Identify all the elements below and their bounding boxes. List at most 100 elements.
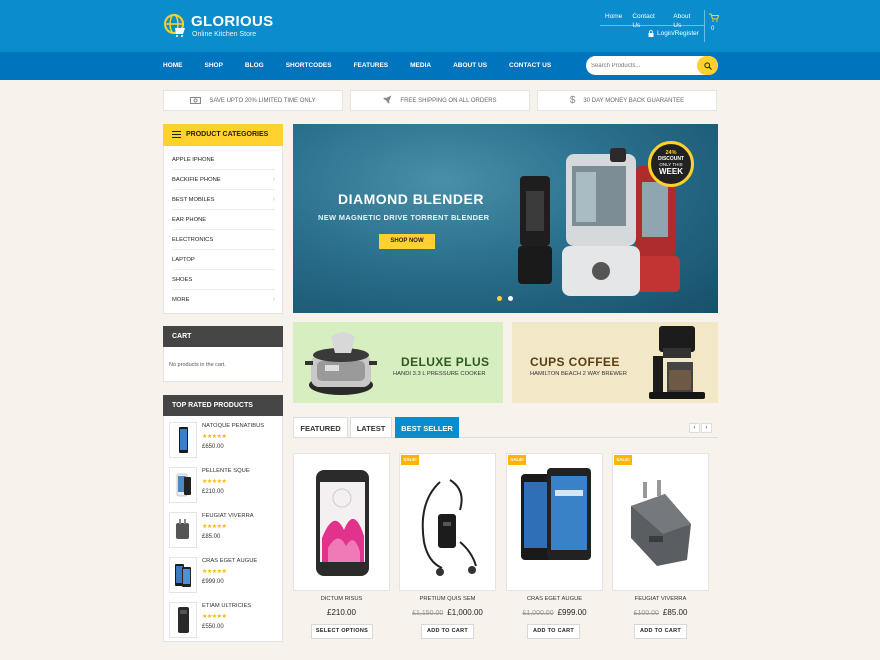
hero-slider[interactable]: DIAMOND BLENDER NEW MAGNETIC DRIVE TORRE…: [293, 124, 718, 313]
category-item[interactable]: MORE ›: [172, 290, 275, 310]
tab-best-seller[interactable]: BEST SELLER: [395, 417, 459, 438]
nav-features[interactable]: FEATURES: [354, 52, 389, 80]
tab-featured[interactable]: FEATURED: [293, 417, 348, 438]
category-label: MORE: [172, 297, 190, 303]
star-rating: ★★★★★: [202, 524, 227, 530]
category-item[interactable]: SHOES: [172, 270, 275, 290]
login-register-link[interactable]: Login/Register: [648, 30, 699, 37]
lock-icon: [648, 30, 654, 37]
hero-title: DIAMOND BLENDER: [338, 191, 484, 207]
nav-media[interactable]: MEDIA: [410, 52, 431, 80]
top-rated-item[interactable]: PELLENTE SQUE ★★★★★ £210.00: [169, 464, 279, 506]
product-card[interactable]: [293, 453, 390, 591]
top-link-contact[interactable]: Contact Us: [627, 12, 668, 29]
nav-home[interactable]: HOME: [163, 52, 183, 80]
product-categories-header: PRODUCT CATEGORIES: [163, 124, 283, 146]
slider-dots: [497, 296, 513, 301]
site-title[interactable]: GLORIOUS: [191, 13, 273, 30]
product-thumbnail[interactable]: [169, 422, 197, 458]
product-thumbnail[interactable]: [169, 602, 197, 638]
top-rated-price: £210.00: [202, 489, 224, 495]
promo-title: CUPS COFFEE: [530, 355, 620, 369]
top-rated-item[interactable]: NATOQUE PENATIBUS ★★★★★ £650.00: [169, 419, 279, 461]
category-item[interactable]: EAR PHONE: [172, 210, 275, 230]
product-name[interactable]: CRAS EGET AUGUE: [506, 596, 603, 602]
category-item[interactable]: LAPTOP: [172, 250, 275, 270]
add-to-cart-button[interactable]: ADD TO CART: [421, 624, 474, 639]
top-rated-item[interactable]: ETIAM ULTRICIES ★★★★★ £550.00: [169, 599, 279, 641]
category-item[interactable]: BEST MOBILES ›: [172, 190, 275, 210]
product-card[interactable]: SALE!: [612, 453, 709, 591]
product-thumbnail[interactable]: [169, 467, 197, 503]
top-rated-name[interactable]: NATOQUE PENATIBUS: [202, 423, 264, 429]
top-rated-name[interactable]: ETIAM ULTRICIES: [202, 603, 251, 609]
category-item[interactable]: BACKIFIE PHONE ›: [172, 170, 275, 190]
nav-shortcodes[interactable]: SHORTCODES: [286, 52, 332, 80]
dollar-icon: $: [569, 95, 576, 106]
cart-widget-title: CART: [172, 333, 192, 340]
pressure-cooker-image: [305, 332, 377, 395]
category-item[interactable]: ELECTRONICS: [172, 230, 275, 250]
globe-cart-logo-icon[interactable]: [163, 13, 187, 37]
sale-badge: SALE!: [401, 455, 419, 465]
product-name[interactable]: FEUGIAT VIVERRA: [612, 596, 709, 602]
cart-count: 0: [711, 26, 715, 32]
slider-dot[interactable]: [508, 296, 513, 301]
top-rated-name[interactable]: FEUGIAT VIVERRA: [202, 513, 254, 519]
category-label: LAPTOP: [172, 257, 195, 263]
nav-about-us[interactable]: ABOUT US: [453, 52, 487, 80]
cart-widget-body: No products in the cart.: [163, 347, 283, 382]
product-thumbnail[interactable]: [169, 512, 197, 548]
category-label: SHOES: [172, 277, 193, 283]
product-card[interactable]: SALE!: [399, 453, 496, 591]
nav-contact-us[interactable]: CONTACT US: [509, 52, 551, 80]
promo-banner-coffee[interactable]: CUPS COFFEE HAMILTON BEACH 2 WAY BREWER: [512, 322, 718, 403]
discount-badge: 24% DISCOUNT ONLY THIS WEEK: [648, 141, 694, 187]
cart-icon[interactable]: [709, 13, 720, 24]
tabs-next-button[interactable]: ›: [701, 423, 712, 433]
old-price: £1,150.00: [412, 610, 444, 617]
search-icon: [703, 61, 712, 70]
search-button[interactable]: [697, 56, 718, 75]
nav-blog[interactable]: BLOG: [245, 52, 264, 80]
current-price: £85.00: [662, 608, 688, 617]
tab-latest[interactable]: LATEST: [350, 417, 392, 438]
product-name[interactable]: DICTUM RISUS: [293, 596, 390, 602]
top-rated-item[interactable]: CRAS EGET AUGUE ★★★★★ £999.00: [169, 554, 279, 596]
tabs-prev-button[interactable]: ‹: [689, 423, 700, 433]
product-price: £1,150.00 £1,000.00: [399, 608, 496, 617]
select-options-button[interactable]: SELECT OPTIONS: [311, 624, 373, 639]
nav-shop[interactable]: SHOP: [205, 52, 223, 80]
promo-banner-deluxe[interactable]: DELUXE PLUS HANDI 3.3 L PRESSURE COOKER: [293, 322, 503, 403]
top-rated-name[interactable]: CRAS EGET AUGUE: [202, 558, 257, 564]
feature-shipping-text: FREE SHIPPING ON ALL ORDERS: [400, 97, 497, 104]
top-link-home[interactable]: Home: [600, 12, 627, 25]
sale-badge: SALE!: [614, 455, 632, 465]
rocket-icon: [383, 95, 392, 106]
header-divider: [704, 10, 705, 42]
category-label: BEST MOBILES: [172, 197, 215, 203]
search-input[interactable]: [591, 59, 691, 72]
product-thumbnail[interactable]: [169, 557, 197, 593]
cart-empty-text: No products in the cart.: [169, 362, 226, 368]
top-header: [0, 0, 880, 52]
product-name[interactable]: PRETIUM QUIS SEM: [399, 596, 496, 602]
feature-shipping: FREE SHIPPING ON ALL ORDERS: [350, 90, 530, 111]
top-link-about[interactable]: About Us: [668, 12, 704, 29]
star-rating: ★★★★★: [202, 479, 227, 485]
product-card[interactable]: SALE!: [506, 453, 603, 591]
add-to-cart-button[interactable]: ADD TO CART: [527, 624, 580, 639]
category-list: APPLE IPHONE BACKIFIE PHONE › BEST MOBILE…: [163, 146, 283, 314]
add-to-cart-button[interactable]: ADD TO CART: [634, 624, 687, 639]
product-price: £100.00 £85.00: [612, 608, 709, 617]
slider-dot[interactable]: [497, 296, 502, 301]
top-rated-item[interactable]: FEUGIAT VIVERRA ★★★★★ £85.00: [169, 509, 279, 551]
category-label: ELECTRONICS: [172, 237, 214, 243]
promo-subtitle: HANDI 3.3 L PRESSURE COOKER: [393, 371, 486, 377]
site-tagline: Online Kitchen Store: [192, 31, 257, 38]
category-item[interactable]: APPLE IPHONE: [172, 150, 275, 170]
top-rated-list: NATOQUE PENATIBUS ★★★★★ £650.00 PELLENTE…: [163, 416, 283, 642]
top-rated-name[interactable]: PELLENTE SQUE: [202, 468, 250, 474]
current-price: £1,000.00: [447, 608, 483, 617]
shop-now-button[interactable]: SHOP NOW: [379, 234, 435, 249]
